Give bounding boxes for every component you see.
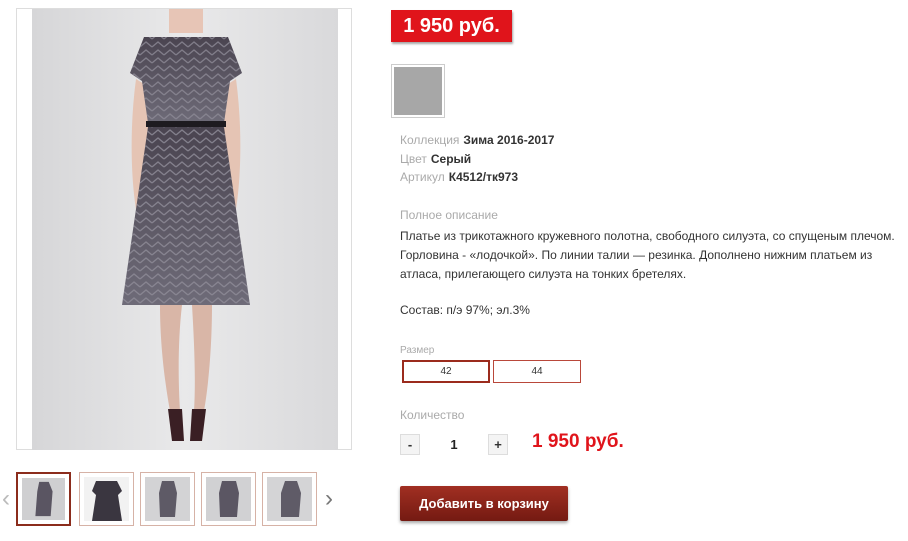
quantity-input[interactable]	[432, 434, 476, 455]
thumbnails-prev-arrow-icon[interactable]: ‹	[0, 486, 12, 512]
attribute-value: Серый	[430, 152, 472, 166]
composition-text: Состав: п/э 97%; эл.3%	[400, 303, 530, 317]
thumbnail-image	[22, 478, 65, 520]
size-option-42[interactable]: 42	[402, 360, 490, 383]
description-text: Платье из трикотажного кружевного полотн…	[400, 229, 895, 281]
main-product-image[interactable]	[16, 8, 352, 450]
thumbnails-next-arrow-icon[interactable]: ›	[322, 486, 336, 512]
quantity-increase-button[interactable]: +	[488, 434, 508, 455]
thumbnail-image	[145, 477, 190, 521]
total-price: 1 950 руб.	[532, 431, 624, 452]
attribute-color: Цвет Серый	[400, 151, 471, 167]
attribute-label: Артикул	[400, 170, 445, 184]
color-swatch-fill	[394, 67, 442, 115]
thumbnail-4[interactable]	[201, 472, 256, 526]
attribute-label: Коллекция	[400, 133, 460, 147]
size-option-44[interactable]: 44	[493, 360, 581, 383]
attribute-value: Зима 2016-2017	[463, 133, 555, 147]
thumbnail-2[interactable]	[79, 472, 134, 526]
add-to-cart-button[interactable]: Добавить в корзину	[400, 486, 568, 521]
price-badge: 1 950 руб.	[391, 10, 512, 42]
attribute-sku: Артикул К4512/тк973	[400, 169, 518, 185]
dress-photo-illustration	[32, 9, 338, 450]
thumbnail-image	[84, 477, 129, 521]
thumbnail-3[interactable]	[140, 472, 195, 526]
thumbnail-5[interactable]	[262, 472, 317, 526]
attribute-label: Цвет	[400, 152, 427, 166]
attribute-value: К4512/тк973	[448, 170, 519, 184]
size-heading: Размер	[400, 345, 435, 356]
attribute-collection: Коллекция Зима 2016-2017	[400, 132, 554, 148]
description-heading: Полное описание	[400, 208, 498, 222]
quantity-decrease-button[interactable]: -	[400, 434, 420, 455]
thumbnail-1[interactable]	[16, 472, 71, 526]
color-swatch-grey[interactable]	[391, 64, 445, 118]
quantity-heading: Количество	[400, 408, 465, 422]
thumbnail-image	[267, 477, 312, 521]
thumbnail-image	[206, 477, 251, 521]
